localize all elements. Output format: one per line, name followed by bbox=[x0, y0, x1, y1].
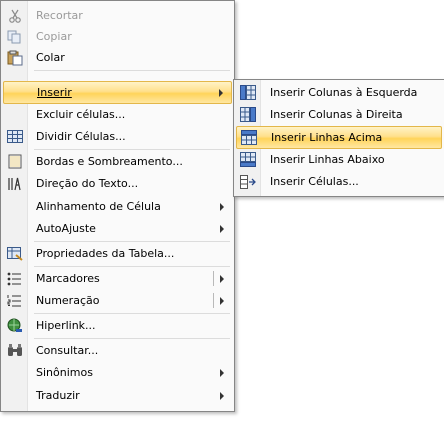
submenu-arrow-icon bbox=[220, 225, 224, 233]
menu-item-label: Inserir Colunas à Direita bbox=[270, 108, 403, 121]
menu-item-marcadores[interactable]: Marcadores bbox=[3, 268, 232, 289]
menu-item-label: Recortar bbox=[36, 9, 83, 22]
menu-item-label: Traduzir bbox=[36, 389, 80, 402]
separator bbox=[34, 241, 230, 242]
menu-item-numeracao[interactable]: Numeração bbox=[3, 290, 232, 311]
scissors-icon bbox=[6, 7, 23, 24]
submenu-item-celulas[interactable]: Inserir Células... bbox=[236, 171, 442, 192]
menu-item-label: Marcadores bbox=[36, 272, 100, 285]
menu-item-label: Sinônimos bbox=[36, 366, 93, 379]
separator bbox=[34, 70, 230, 71]
insert-columns-right-icon bbox=[239, 106, 256, 123]
menu-item-label: Consultar... bbox=[36, 344, 99, 357]
menu-item-excluir-celulas[interactable]: Excluir células... bbox=[3, 104, 232, 125]
menu-item-label: Bordas e Sombreamento... bbox=[36, 155, 183, 168]
insert-rows-above-icon bbox=[240, 129, 257, 146]
separator bbox=[34, 266, 230, 267]
separator bbox=[34, 338, 230, 339]
menu-item-label: Inserir Linhas Abaixo bbox=[270, 153, 385, 166]
menu-item-consultar[interactable]: Consultar... bbox=[3, 340, 232, 361]
submenu-item-linhas-abaixo[interactable]: Inserir Linhas Abaixo bbox=[236, 149, 442, 170]
menu-item-label: Dividir Células... bbox=[36, 130, 126, 143]
lookup-icon bbox=[6, 342, 23, 359]
text-direction-icon bbox=[6, 175, 23, 192]
submenu-arrow-icon bbox=[220, 203, 224, 211]
menu-item-label: Inserir Linhas Acima bbox=[271, 131, 383, 144]
menu-item-bordas[interactable]: Bordas e Sombreamento... bbox=[3, 151, 232, 172]
menu-item-colar[interactable]: Colar bbox=[3, 47, 232, 68]
menu-item-label: Propriedades da Tabela... bbox=[36, 247, 175, 260]
menu-item-dividir-celulas[interactable]: Dividir Células... bbox=[3, 126, 232, 147]
context-menu: Recortar Copiar Colar Inserir Excluir cé… bbox=[0, 0, 235, 412]
split-divider bbox=[213, 293, 214, 308]
submenu-item-linhas-acima[interactable]: Inserir Linhas Acima bbox=[236, 126, 442, 149]
submenu-arrow-icon bbox=[219, 89, 223, 97]
menu-item-copiar[interactable]: Copiar bbox=[3, 26, 232, 47]
menu-item-label: AutoAjuste bbox=[36, 222, 96, 235]
menu-item-label: Direção do Texto... bbox=[36, 177, 139, 190]
submenu-arrow-icon bbox=[220, 369, 224, 377]
copy-icon bbox=[6, 28, 23, 45]
menu-item-label: Alinhamento de Célula bbox=[36, 200, 161, 213]
insert-rows-below-icon bbox=[239, 151, 256, 168]
insert-columns-left-icon bbox=[239, 84, 256, 101]
insert-cells-icon bbox=[239, 173, 256, 190]
inserir-submenu: Inserir Colunas à Esquerda Inserir Colun… bbox=[233, 79, 444, 197]
numbering-icon bbox=[6, 292, 23, 309]
table-properties-icon bbox=[6, 245, 23, 262]
menu-item-traduzir[interactable]: Traduzir bbox=[3, 385, 232, 406]
menu-item-label: Hiperlink... bbox=[36, 319, 96, 332]
menu-item-label: Copiar bbox=[36, 30, 72, 43]
separator bbox=[34, 313, 230, 314]
submenu-arrow-icon[interactable] bbox=[220, 297, 224, 305]
menu-item-label: Excluir células... bbox=[36, 108, 126, 121]
menu-item-direcao[interactable]: Direção do Texto... bbox=[3, 173, 232, 194]
hyperlink-icon bbox=[6, 317, 23, 334]
menu-item-label: Colar bbox=[36, 51, 65, 64]
menu-item-propriedades[interactable]: Propriedades da Tabela... bbox=[3, 243, 232, 264]
menu-item-sinonimos[interactable]: Sinônimos bbox=[3, 362, 232, 383]
menu-item-inserir[interactable]: Inserir bbox=[3, 81, 232, 104]
separator bbox=[34, 149, 230, 150]
submenu-arrow-icon[interactable] bbox=[220, 275, 224, 283]
borders-icon bbox=[6, 153, 23, 170]
menu-item-label: Inserir Células... bbox=[270, 175, 359, 188]
menu-item-label: Numeração bbox=[36, 294, 100, 307]
paste-icon bbox=[6, 49, 23, 66]
menu-item-alinhamento[interactable]: Alinhamento de Célula bbox=[3, 196, 232, 217]
menu-item-hiperlink[interactable]: Hiperlink... bbox=[3, 315, 232, 336]
submenu-item-colunas-esquerda[interactable]: Inserir Colunas à Esquerda bbox=[236, 82, 442, 103]
submenu-item-colunas-direita[interactable]: Inserir Colunas à Direita bbox=[236, 104, 442, 125]
submenu-arrow-icon bbox=[220, 392, 224, 400]
menu-item-recortar[interactable]: Recortar bbox=[3, 5, 232, 26]
bullets-icon bbox=[6, 270, 23, 287]
menu-item-label: Inserir bbox=[37, 86, 72, 99]
split-cells-icon bbox=[6, 128, 23, 145]
split-divider bbox=[213, 271, 214, 286]
menu-item-autoajuste[interactable]: AutoAjuste bbox=[3, 218, 232, 239]
menu-item-label: Inserir Colunas à Esquerda bbox=[270, 86, 418, 99]
